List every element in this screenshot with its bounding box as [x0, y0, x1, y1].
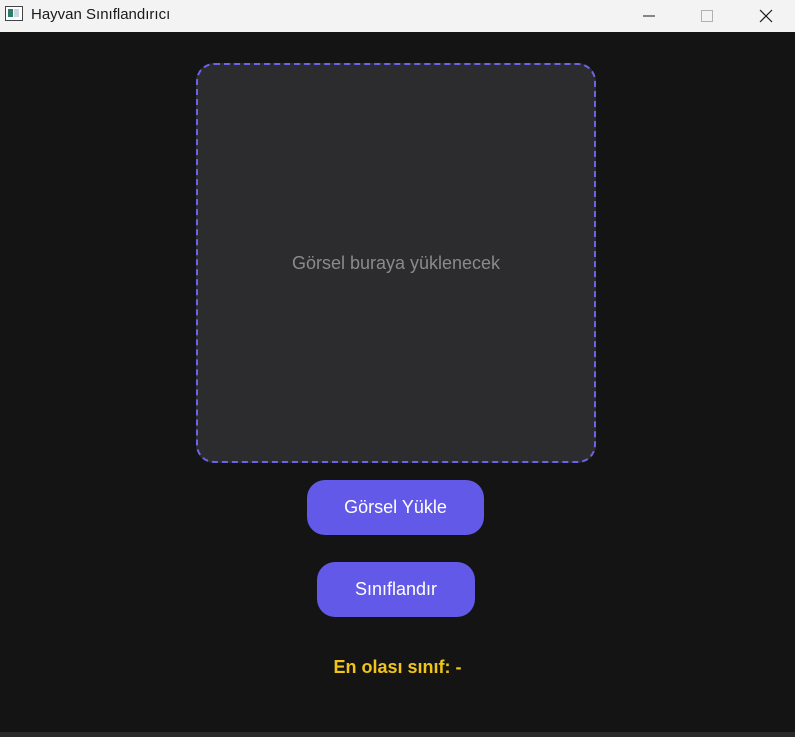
load-image-button[interactable]: Görsel Yükle — [307, 480, 484, 535]
minimize-icon — [643, 15, 655, 17]
classify-button[interactable]: Sınıflandır — [317, 562, 475, 617]
title-bar[interactable]: Hayvan Sınıflandırıcı — [0, 0, 795, 32]
close-icon — [759, 9, 773, 23]
result-label: En olası sınıf: - — [333, 657, 462, 677]
image-drop-zone[interactable]: Görsel buraya yüklenecek — [196, 63, 596, 463]
app-icon — [5, 6, 23, 21]
app-window: Hayvan Sınıflandırıcı Görsel buraya yükl… — [0, 0, 795, 737]
window-bottom-border — [0, 732, 795, 737]
minimize-button[interactable] — [620, 0, 678, 32]
image-placeholder-text: Görsel buraya yüklenecek — [291, 252, 501, 273]
window-title: Hayvan Sınıflandırıcı — [31, 6, 171, 23]
close-button[interactable] — [737, 0, 795, 32]
maximize-icon — [701, 10, 713, 22]
maximize-button[interactable] — [678, 0, 736, 32]
